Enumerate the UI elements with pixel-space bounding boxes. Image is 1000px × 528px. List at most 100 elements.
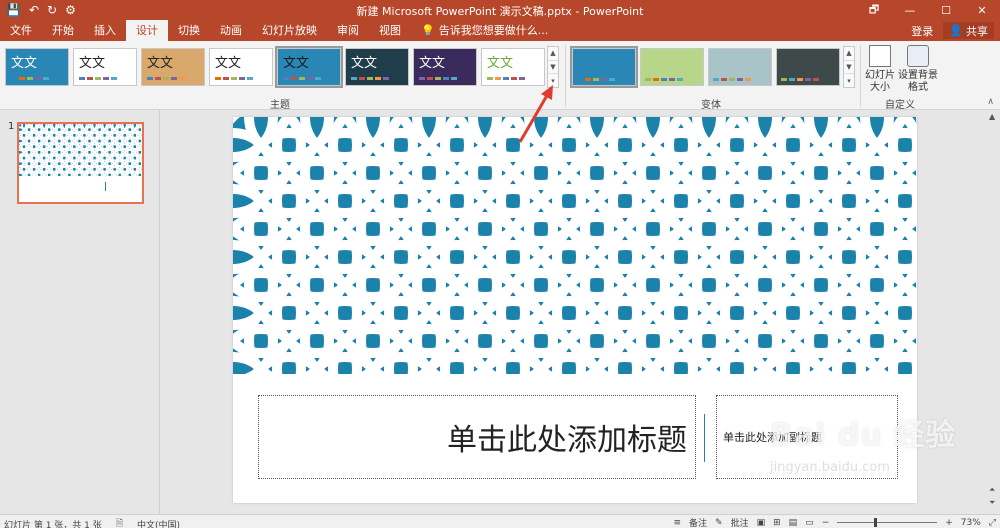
theme-color-swatches <box>215 77 253 80</box>
color-swatch <box>745 78 751 81</box>
theme-color-swatches <box>283 77 321 80</box>
slide-background-pattern <box>233 117 917 374</box>
theme-thumbnail[interactable]: 文文 <box>209 48 273 86</box>
zoom-slider-thumb[interactable] <box>874 518 878 527</box>
tell-me-box[interactable]: 💡 告诉我您想要做什么... <box>411 20 558 41</box>
spellcheck-icon[interactable]: 🗎 <box>116 516 123 528</box>
theme-thumbnail[interactable]: 文文 <box>73 48 137 86</box>
normal-view-icon[interactable]: ▣ <box>757 518 766 528</box>
customize-group-label: 自定义 <box>885 100 915 111</box>
fit-to-window-icon[interactable]: ⤢ <box>989 518 996 528</box>
color-swatch <box>653 78 659 81</box>
format-background-button[interactable]: 设置背景格式 <box>898 45 938 94</box>
variant-color-swatches <box>713 78 751 81</box>
color-swatch <box>87 77 93 80</box>
theme-sample-text: 文文 <box>79 56 106 71</box>
scroll-up-icon[interactable]: ▲ <box>989 112 995 121</box>
color-swatch <box>661 78 667 81</box>
slide-size-button[interactable]: 幻灯片大小 <box>862 45 898 94</box>
color-swatch <box>609 78 615 81</box>
color-swatch <box>11 77 17 80</box>
theme-thumbnail[interactable]: 文文 <box>413 48 477 86</box>
tab-5[interactable]: 动画 <box>210 20 252 41</box>
thumbnail-pattern <box>19 124 142 176</box>
tab-8[interactable]: 视图 <box>369 20 411 41</box>
color-swatch <box>519 77 525 80</box>
color-swatch <box>103 77 109 80</box>
tab-7[interactable]: 审阅 <box>327 20 369 41</box>
slide-sorter-icon[interactable]: ⊞ <box>773 518 781 528</box>
comments-button[interactable]: 批注 <box>731 516 749 528</box>
variant-thumbnail[interactable] <box>570 46 638 88</box>
theme-thumbnail[interactable]: 文文 <box>275 46 343 88</box>
slide-thumbnail[interactable] <box>17 122 144 204</box>
minimize-icon[interactable]: — <box>892 0 928 20</box>
theme-thumbnail[interactable]: 文文 <box>5 48 69 86</box>
tab-6[interactable]: 幻灯片放映 <box>252 20 327 41</box>
zoom-level[interactable]: 73% <box>961 518 981 528</box>
slide-number: 1 <box>8 121 15 132</box>
color-swatch <box>367 77 373 80</box>
reading-view-icon[interactable]: ▤ <box>789 518 798 528</box>
scroll-down-icon[interactable]: ▼ <box>548 61 558 75</box>
language-indicator[interactable]: 中文(中国) <box>137 518 180 528</box>
color-swatch <box>283 77 289 80</box>
theme-sample-text: 文文 <box>283 56 310 71</box>
variants-gallery-scroll[interactable]: ▲ ▼ ▾ <box>843 46 855 88</box>
tab-3[interactable]: 设计 <box>126 20 168 41</box>
tell-me-text: 告诉我您想要做什么... <box>438 24 549 37</box>
theme-thumbnail[interactable]: 文文 <box>481 48 545 86</box>
themes-gallery-scroll[interactable]: ▲ ▼ ▾ <box>547 46 559 88</box>
text-cursor <box>105 182 106 191</box>
color-swatch <box>511 77 517 80</box>
lightbulb-icon: 💡 <box>421 24 435 37</box>
share-button[interactable]: 👤 共享 <box>943 22 994 39</box>
color-swatch <box>789 78 795 81</box>
close-icon[interactable]: ✕ <box>964 0 1000 20</box>
variant-color-swatches <box>577 78 615 81</box>
color-swatch <box>383 77 389 80</box>
notes-button[interactable]: 备注 <box>689 516 707 528</box>
tab-4[interactable]: 切换 <box>168 20 210 41</box>
color-swatch <box>299 77 305 80</box>
annotation-arrow <box>518 85 553 143</box>
variant-color-swatches <box>781 78 819 81</box>
variant-thumbnail[interactable] <box>640 48 704 86</box>
color-swatch <box>231 77 237 80</box>
color-swatch <box>147 77 153 80</box>
maximize-icon[interactable]: ☐ <box>928 0 964 20</box>
color-swatch <box>427 77 433 80</box>
notes-icon[interactable]: ≡ <box>673 518 681 528</box>
slideshow-icon[interactable]: ▭ <box>805 518 814 528</box>
comments-icon[interactable]: ✎ <box>715 518 723 528</box>
scroll-up-icon[interactable]: ▲ <box>548 47 558 61</box>
scroll-down-icon[interactable]: ▼ <box>844 61 854 75</box>
more-variants-icon[interactable]: ▾ <box>844 74 854 87</box>
ribbon-display-icon[interactable]: 🗗 <box>856 0 892 20</box>
color-swatch <box>805 78 811 81</box>
variant-thumbnail[interactable] <box>776 48 840 86</box>
theme-color-swatches <box>11 77 49 80</box>
color-swatch <box>669 78 675 81</box>
zoom-in-icon[interactable]: + <box>945 518 953 528</box>
login-link[interactable]: 登录 <box>911 23 933 39</box>
format-background-icon <box>907 45 929 67</box>
zoom-slider[interactable] <box>837 518 938 527</box>
collapse-ribbon-icon[interactable]: ∧ <box>987 97 994 107</box>
theme-sample-text: 文文 <box>215 56 242 71</box>
theme-thumbnail[interactable]: 文文 <box>345 48 409 86</box>
color-swatch <box>375 77 381 80</box>
title-placeholder[interactable]: 单击此处添加标题 <box>258 395 696 479</box>
variant-thumbnail[interactable] <box>708 48 772 86</box>
tab-2[interactable]: 插入 <box>84 20 126 41</box>
scroll-up-icon[interactable]: ▲ <box>844 47 854 61</box>
zoom-out-icon[interactable]: − <box>822 518 830 528</box>
color-swatch <box>435 77 441 80</box>
color-swatch <box>179 77 185 80</box>
theme-thumbnail[interactable]: 文文 <box>141 48 205 86</box>
tab-1[interactable]: 开始 <box>42 20 84 41</box>
slide-size-label: 幻灯片大小 <box>865 70 895 93</box>
share-label: 共享 <box>966 24 988 38</box>
tab-0[interactable]: 文件 <box>0 20 42 41</box>
color-swatch <box>593 78 599 81</box>
